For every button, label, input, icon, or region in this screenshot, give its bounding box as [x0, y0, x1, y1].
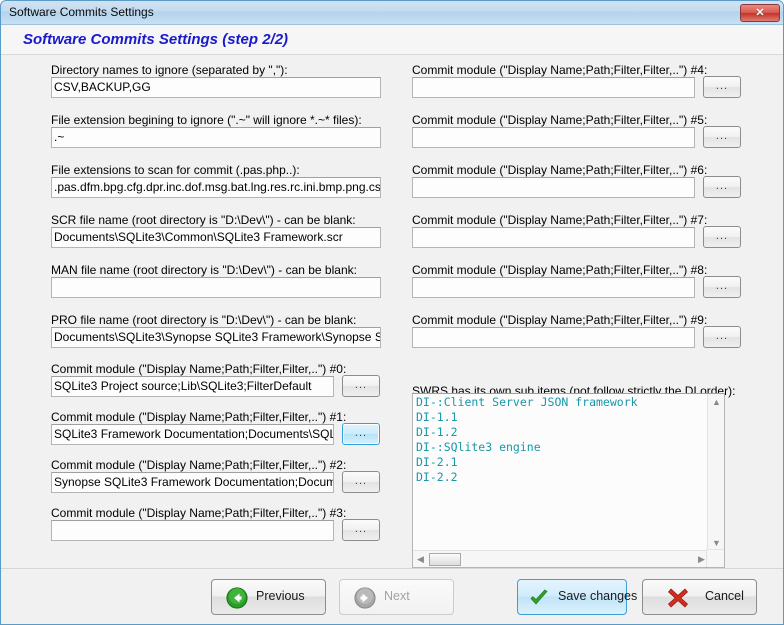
commit-module-6-label: Commit module ("Display Name;Path;Filter… [412, 163, 708, 177]
window-title: Software Commits Settings [9, 5, 154, 19]
file-extension-begining-to-ignore-input[interactable]: .~ [51, 127, 381, 148]
man-file-name-input[interactable] [51, 277, 381, 298]
client-area: Software Commits Settings (step 2/2) SWR… [1, 25, 783, 624]
file-extensions-to-scan-input[interactable]: .pas.dfm.bpg.cfg.dpr.inc.dof.msg.bat.lng… [51, 177, 381, 198]
previous-button-label: Previous [256, 589, 305, 603]
memo-horizontal-scrollbar[interactable]: ◀ ▶ [413, 550, 709, 567]
scr-file-name-input[interactable]: Documents\SQLite3\Common\SQLite3 Framewo… [51, 227, 381, 248]
page-title: Software Commits Settings (step 2/2) [23, 31, 289, 48]
commit-module-8-input[interactable] [412, 277, 695, 298]
swrs-sub-items-memo[interactable]: DI-:Client Server JSON framework DI-1.1 … [412, 393, 725, 568]
cancel-button[interactable]: Cancel [642, 579, 757, 615]
commit-module-8-label: Commit module ("Display Name;Path;Filter… [412, 263, 708, 277]
cross-icon [668, 588, 688, 608]
commit-module-7-browse-button[interactable]: ... [703, 226, 741, 248]
commit-module-9-label: Commit module ("Display Name;Path;Filter… [412, 313, 708, 327]
commit-module-3-label: Commit module ("Display Name;Path;Filter… [51, 506, 347, 520]
commit-module-2-input[interactable]: Synopse SQLite3 Framework Documentation;… [51, 472, 334, 493]
directory-names-to-ignore-label: Directory names to ignore (separated by … [51, 63, 288, 77]
checkmark-icon [530, 589, 548, 605]
save-changes-button-label: Save changes [558, 589, 638, 603]
previous-button[interactable]: Previous [211, 579, 326, 615]
scr-file-name-label: SCR file name (root directory is "D:\Dev… [51, 213, 356, 227]
file-extension-begining-to-ignore-label: File extension begining to ignore (".~" … [51, 113, 362, 127]
commit-module-1-browse-button[interactable]: ... [342, 423, 380, 445]
scroll-down-icon[interactable]: ▼ [712, 539, 721, 548]
next-button[interactable]: Next [339, 579, 454, 615]
commit-module-5-input[interactable] [412, 127, 695, 148]
commit-module-7-input[interactable] [412, 227, 695, 248]
man-file-name-label: MAN file name (root directory is "D:\Dev… [51, 263, 357, 277]
commit-module-0-label: Commit module ("Display Name;Path;Filter… [51, 362, 347, 376]
forward-arrow-icon [354, 587, 376, 609]
commit-module-8-browse-button[interactable]: ... [703, 276, 741, 298]
commit-module-0-browse-button[interactable]: ... [342, 375, 380, 397]
scroll-left-icon[interactable]: ◀ [416, 555, 425, 564]
commit-module-5-label: Commit module ("Display Name;Path;Filter… [412, 113, 708, 127]
commit-module-5-browse-button[interactable]: ... [703, 126, 741, 148]
commit-module-3-browse-button[interactable]: ... [342, 519, 380, 541]
pro-file-name-input[interactable]: Documents\SQLite3\Synopse SQLite3 Framew… [51, 327, 381, 348]
commit-module-6-browse-button[interactable]: ... [703, 176, 741, 198]
commit-module-6-input[interactable] [412, 177, 695, 198]
memo-scroll-corner [706, 549, 724, 567]
commit-module-9-browse-button[interactable]: ... [703, 326, 741, 348]
next-button-label: Next [384, 589, 410, 603]
directory-names-to-ignore-input[interactable]: CSV,BACKUP,GG [51, 77, 381, 98]
cancel-button-label: Cancel [705, 589, 744, 603]
memo-text: DI-:Client Server JSON framework DI-1.1 … [416, 395, 638, 484]
commit-module-0-input[interactable]: SQLite3 Project source;Lib\SQLite3;Filte… [51, 376, 334, 397]
save-changes-button[interactable]: Save changes [517, 579, 637, 615]
button-bar: Previous Next Save changes Cancel [1, 568, 783, 624]
commit-module-1-input[interactable]: SQLite3 Framework Documentation;Document… [51, 424, 334, 445]
memo-hscroll-thumb[interactable] [429, 553, 461, 566]
pro-file-name-label: PRO file name (root directory is "D:\Dev… [51, 313, 357, 327]
scroll-right-icon[interactable]: ▶ [697, 555, 706, 564]
title-bar: Software Commits Settings ✕ [1, 1, 783, 25]
file-extensions-to-scan-label: File extensions to scan for commit (.pas… [51, 163, 300, 177]
commit-module-1-label: Commit module ("Display Name;Path;Filter… [51, 410, 347, 424]
commit-module-3-input[interactable] [51, 520, 334, 541]
commit-module-7-label: Commit module ("Display Name;Path;Filter… [412, 213, 708, 227]
dialog-window: Software Commits Settings ✕ Software Com… [0, 0, 784, 625]
commit-module-9-input[interactable] [412, 327, 695, 348]
commit-module-4-input[interactable] [412, 77, 695, 98]
header-band: Software Commits Settings (step 2/2) [1, 25, 783, 55]
commit-module-4-label: Commit module ("Display Name;Path;Filter… [412, 63, 708, 77]
commit-module-2-browse-button[interactable]: ... [342, 471, 380, 493]
scroll-up-icon[interactable]: ▲ [712, 398, 721, 407]
commit-module-4-browse-button[interactable]: ... [703, 76, 741, 98]
close-icon[interactable]: ✕ [740, 4, 780, 22]
commit-module-2-label: Commit module ("Display Name;Path;Filter… [51, 458, 347, 472]
memo-vertical-scrollbar[interactable]: ▲ ▼ [707, 394, 724, 552]
back-arrow-icon [226, 587, 248, 609]
